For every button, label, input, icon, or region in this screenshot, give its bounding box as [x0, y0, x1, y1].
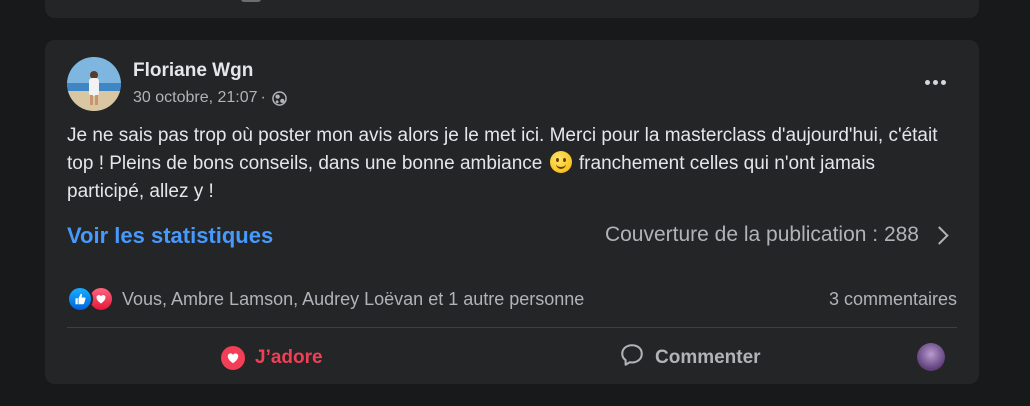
love-button-label: J’adore	[255, 347, 323, 368]
author-avatar[interactable]	[67, 57, 121, 111]
comments-count[interactable]: 3 commentaires	[829, 289, 957, 310]
post-text: Je ne sais pas trop où poster mon avis a…	[67, 122, 957, 206]
chevron-icon[interactable]: ›	[665, 0, 670, 4]
like-icon	[67, 286, 93, 312]
reactions-text: Vous, Ambre Lamson, Audrey Loëvan et 1 a…	[122, 288, 585, 309]
post-date[interactable]: 30 octobre, 21:07	[133, 89, 258, 107]
meta-separator: ·	[260, 89, 266, 106]
chevron-right-icon	[930, 225, 949, 245]
comment-icon	[619, 342, 645, 374]
divider	[67, 327, 957, 328]
share-icon[interactable]	[241, 0, 261, 2]
comment-button-label: Commenter	[655, 347, 761, 368]
reactions-summary[interactable]: Vous, Ambre Lamson, Audrey Loëvan et 1 a…	[67, 286, 584, 312]
dot-icon	[940, 79, 946, 85]
post-reach-label: Couverture de la publication : 288	[604, 223, 919, 246]
author-name[interactable]: Floriane Wgn	[133, 60, 253, 82]
dot-icon	[924, 79, 930, 85]
reaction-icons	[67, 286, 114, 312]
love-icon	[221, 346, 245, 370]
more-options-button[interactable]	[917, 64, 953, 100]
post-reach-button[interactable]: Couverture de la publication : 288	[605, 223, 952, 247]
comment-button[interactable]: Commenter	[619, 340, 761, 376]
smiling-face-emoji-icon	[549, 151, 572, 173]
dot-icon	[932, 79, 938, 85]
previous-post-card: ›	[45, 0, 979, 18]
post-meta: 30 octobre, 21:07 ·	[133, 89, 287, 107]
post-card: Floriane Wgn 30 octobre, 21:07 · Je ne s…	[45, 40, 979, 384]
view-insights-link[interactable]: Voir les statistiques	[67, 223, 273, 249]
love-button[interactable]: J’adore	[221, 340, 323, 376]
globe-icon	[272, 90, 287, 106]
comment-as-avatar[interactable]	[917, 343, 945, 371]
